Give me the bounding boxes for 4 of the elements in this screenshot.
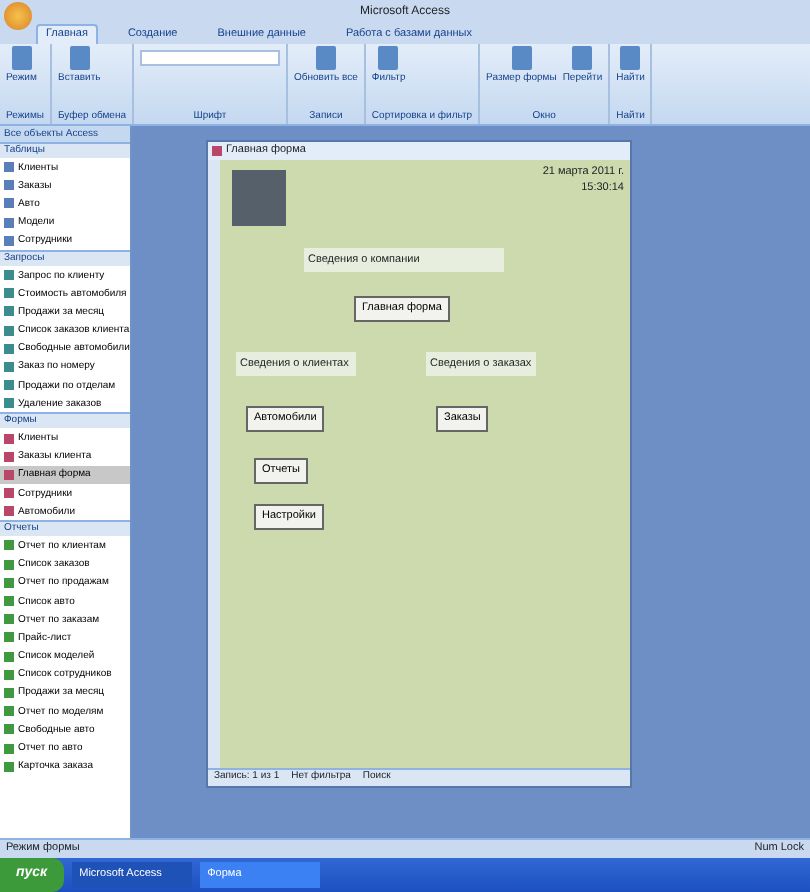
office-button[interactable]: [4, 2, 32, 30]
record-selector[interactable]: [208, 160, 220, 768]
font-field[interactable]: [140, 50, 280, 66]
photo-placeholder: [232, 170, 286, 226]
